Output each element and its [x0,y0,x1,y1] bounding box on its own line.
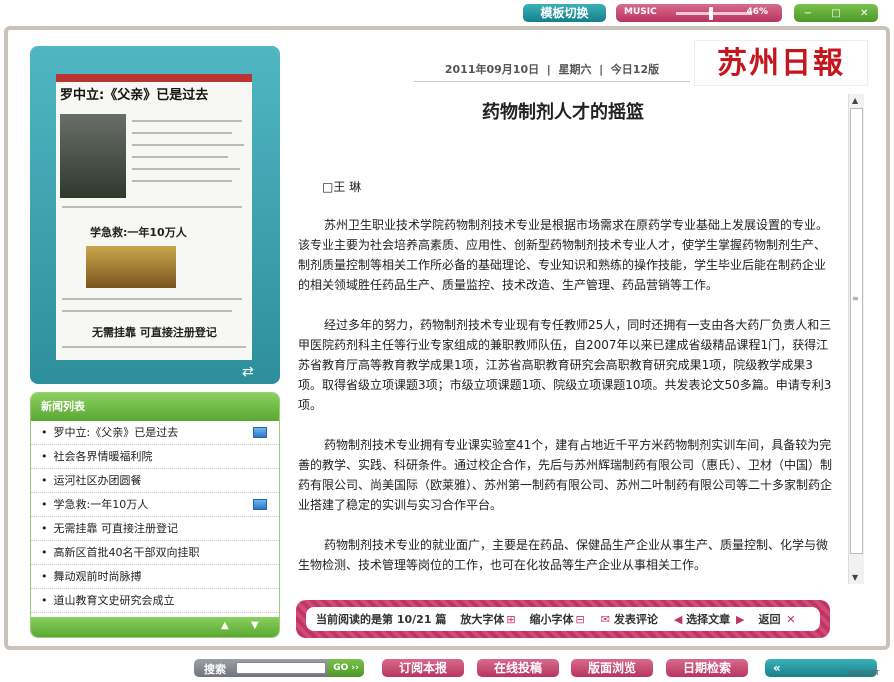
page-preview-panel: 罗中立:《父亲》已是过去 学急救:一年10万人 无需挂靠 可直接注册登记 ⇄ [30,46,280,384]
list-item[interactable]: • 无需挂靠 可直接注册登记 [31,517,279,541]
submit-article-button[interactable]: 在线投稿 [477,659,559,677]
text-line [62,346,246,348]
left-column: 罗中立:《父亲》已是过去 学急救:一年10万人 无需挂靠 可直接注册登记 ⇄ 新… [30,46,280,638]
article-author: □王 琳 [322,180,362,194]
news-list-panel: 新闻列表 • 罗中立:《父亲》已是过去 • 社会各界情暖福利院 • 运河社区办团圆餐 … [30,392,280,638]
article-content: 药物制剂人才的摇篮 □王 琳 苏州卫生职业技术学院药物制剂技术专业是根据市场需求… [282,94,844,584]
news-list-footer: ▲ ▼ [31,617,279,637]
article-paragraph: 药物制剂技术专业的就业面广，主要是在药品、保健品生产企业从事生产、质量控制、化学… [298,538,829,572]
article-paragraph: 经过多年的努力，药物制剂技术专业现有专任教师25人，同时还拥有一支由各大药厂负责… [298,318,832,412]
article-paragraph: 苏州卫生职业技术学院药物制剂技术专业是根据市场需求在原药学专业基础上发展设置的专… [298,218,829,292]
enlarge-font-button[interactable]: 放大字体 ⊞ [460,611,515,627]
maximize-icon[interactable]: □ [831,8,840,19]
minus-icon: ⊟ [575,613,585,626]
top-bar: 模板切换 MUSIC 46% − □ ✕ [0,0,894,26]
newspaper-page-thumbnail[interactable]: 罗中立:《父亲》已是过去 学急救:一年10万人 无需挂靠 可直接注册登记 [56,74,252,360]
back-button[interactable]: 返回 ✕ [758,611,795,627]
scroll-up-arrow-icon[interactable]: ▲ [852,96,858,105]
chevron-left-icon: ◀ [673,613,683,626]
comment-button[interactable]: ✉ 发表评论 [599,611,658,627]
search-label: 搜索 [204,663,226,676]
list-item[interactable]: • 罗中立:《父亲》已是过去 [31,421,279,445]
plus-icon: ⊞ [506,613,516,626]
window-buttons: − □ ✕ [794,4,878,22]
mail-icon: ✉ [600,613,610,626]
text-line [132,168,240,170]
browse-pages-button[interactable]: 版面浏览 [571,659,653,677]
scrollbar-thumb[interactable] [850,108,863,554]
article-scrollbar[interactable]: ▲ ≡ ▼ [848,94,864,584]
minimize-icon[interactable]: − [804,8,812,19]
close-icon[interactable]: ✕ [860,8,868,19]
edition-count: 今日12版 [610,63,660,76]
list-item[interactable]: • 舞动观前时尚脉搏 [31,565,279,589]
search-go-button[interactable]: GO ›› [328,659,364,677]
preview-headline: 罗中立:《父亲》已是过去 [60,88,209,103]
list-item[interactable]: • 道山教育文史研究会成立 [31,589,279,613]
text-line [132,120,242,122]
newspaper-logo: 苏州日報 [694,40,868,86]
brand-watermark: IUMS.NET [846,669,880,677]
select-article-button[interactable]: ◀ 选择文章 ▶ [672,611,745,627]
article-title: 药物制剂人才的摇篮 [482,102,644,123]
text-line [132,132,232,134]
scroll-down-arrow-icon[interactable]: ▼ [852,573,858,582]
scroll-down-icon[interactable]: ▼ [251,620,259,631]
media-icon[interactable] [253,427,267,438]
text-line [62,206,242,208]
template-switch-button[interactable]: 模板切换 [523,4,606,22]
search-box: 搜索 GO ›› [194,659,364,677]
preview-headline-3: 无需挂靠 可直接注册登记 [92,326,217,339]
news-list: • 罗中立:《父亲》已是过去 • 社会各界情暖福利院 • 运河社区办团圆餐 • 学急救:… [31,421,279,613]
issue-date: 2011年09月10日 [444,63,540,76]
preview-photo-2 [86,246,176,288]
scroll-up-icon[interactable]: ▲ [221,620,229,631]
bottom-bar: 搜索 GO ›› 订阅本报 在线投稿 版面浏览 日期检索 « IUMS.NET [0,656,894,682]
weekday: 星期六 [558,63,592,76]
music-volume-value: 46% [746,7,768,17]
text-line [132,144,244,146]
media-icon[interactable] [253,499,267,510]
music-player: MUSIC 46% [616,4,782,22]
main-frame: 罗中立:《父亲》已是过去 学急救:一年10万人 无需挂靠 可直接注册登记 ⇄ 新… [4,26,890,650]
news-list-header: 新闻列表 [31,393,279,421]
list-item[interactable]: • 运河社区办团圆餐 [31,469,279,493]
masthead: 2011年09月10日 | 星期六 | 今日12版 苏州日報 [414,40,890,90]
search-input[interactable] [236,662,326,674]
scroll-grip-icon: ≡ [852,294,859,303]
preview-headline-2: 学急救:一年10万人 [90,226,187,239]
music-volume-thumb[interactable] [708,7,713,20]
close-icon: ✕ [786,613,796,626]
text-line [62,310,232,312]
music-label: MUSIC [624,7,657,17]
text-line [62,298,242,300]
list-item[interactable]: • 社会各界情暖福利院 [31,445,279,469]
list-item[interactable]: • 学急救:一年10万人 [31,493,279,517]
date-search-button[interactable]: 日期检索 [666,659,748,677]
page-header-strip [56,74,252,82]
reading-position: 当前阅读的是第 10/21 篇 [316,613,447,626]
text-line [132,156,228,158]
chevron-right-icon: ▶ [735,613,745,626]
reading-toolbar-inner: 当前阅读的是第 10/21 篇 放大字体 ⊞ 缩小字体 ⊟ ✉ 发表评论 ◀ 选择文… [306,607,820,631]
subscribe-button[interactable]: 订阅本报 [382,659,464,677]
reading-toolbar: 当前阅读的是第 10/21 篇 放大字体 ⊞ 缩小字体 ⊟ ✉ 发表评论 ◀ 选择文… [296,600,830,638]
list-item[interactable]: • 高新区首批40名干部双向挂职 [31,541,279,565]
music-volume-slider[interactable] [676,12,752,15]
refresh-icon[interactable]: ⇄ [242,364,254,380]
text-line [132,180,232,182]
article-paragraph: 药物制剂技术专业拥有专业课实验室41个，建有占地近千平方米药物制剂实训车间，具备… [298,438,833,512]
date-info: 2011年09月10日 | 星期六 | 今日12版 [414,58,690,82]
shrink-font-button[interactable]: 缩小字体 ⊟ [530,611,585,627]
preview-photo [60,114,126,198]
